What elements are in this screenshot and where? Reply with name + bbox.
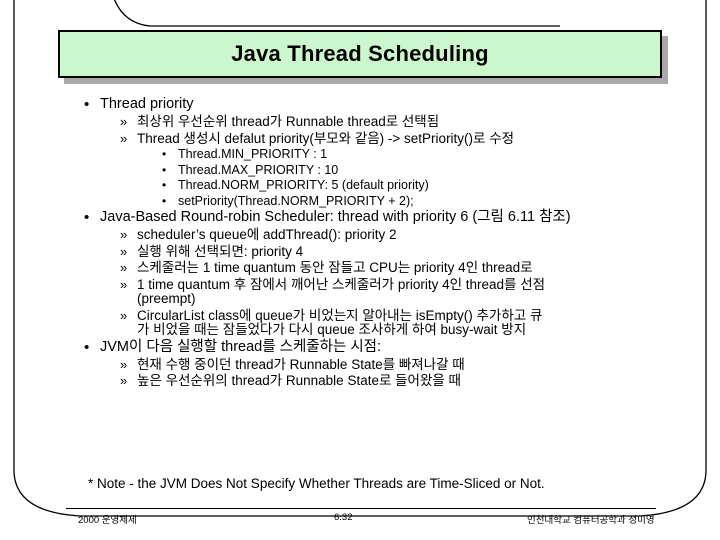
list-item: • Thread.MAX_PRIORITY : 10 (84, 162, 650, 177)
bullet-icon: • (84, 338, 90, 356)
footnote-text: * Note - the JVM Does Not Specify Whethe… (88, 476, 545, 491)
list-item: • Java-Based Round-robin Scheduler: thre… (84, 210, 650, 225)
list-item: » 스케줄러는 1 time quantum 동안 잠들고 CPU는 prior… (84, 261, 650, 275)
bullet-icon: » (120, 243, 128, 259)
list-item-continuation: 가 비었을 때는 잠들었다가 다시 queue 조사하게 하여 busy-wai… (84, 323, 650, 337)
footer-course-label: 2000 운영체제 (78, 515, 137, 526)
list-item-text: 실행 위해 선택되면: priority 4 (137, 243, 304, 259)
list-item-text: 높은 우선순위의 thread가 Runnable State로 들어왔을 때 (137, 373, 461, 388)
bullet-icon: » (120, 373, 128, 388)
list-item-text: 최상위 우선순위 thread가 Runnable thread로 선택됨 (137, 114, 440, 129)
list-item: • JVM이 다음 실행할 thread를 스케줄하는 시점: (84, 338, 650, 356)
list-item: » 최상위 우선순위 thread가 Runnable thread로 선택됨 (84, 115, 650, 129)
list-item: » 높은 우선순위의 thread가 Runnable State로 들어왔을 … (84, 374, 650, 388)
slide-canvas: Java Thread Scheduling • Thread priority… (0, 0, 720, 540)
bullet-icon: » (120, 114, 128, 129)
bullet-icon: • (84, 209, 90, 226)
list-item-text: scheduler’s queue에 addThread(): priority… (137, 227, 397, 242)
bullet-icon: » (120, 227, 128, 242)
list-item-text: Thread.MAX_PRIORITY : 10 (178, 162, 339, 177)
bullet-icon: » (120, 130, 128, 146)
list-item: » 1 time quantum 후 잠에서 깨어난 스케줄러가 priorit… (84, 276, 650, 292)
list-item-text: (preempt) (137, 291, 196, 306)
bullet-icon: • (162, 147, 167, 161)
list-item: • setPriority(Thread.NORM_PRIORITY + 2); (84, 193, 650, 208)
bullet-icon: » (120, 307, 128, 323)
bullet-icon: • (162, 178, 167, 192)
list-item: » scheduler’s queue에 addThread(): priori… (84, 228, 650, 242)
bullet-icon: • (84, 96, 90, 113)
footer-affiliation: 인천대학교 컴퓨터공학과 성미영 (527, 515, 655, 526)
list-item-text: Thread.NORM_PRIORITY: 5 (default priorit… (178, 178, 429, 192)
list-item-text: Java-Based Round-robin Scheduler: thread… (100, 209, 571, 225)
list-item-text: 가 비었을 때는 잠들었다가 다시 queue 조사하게 하여 busy-wai… (137, 322, 527, 337)
list-item: • Thread.MIN_PRIORITY : 1 (84, 148, 650, 161)
list-item-text: 현재 수행 중이던 thread가 Runnable State를 빠져나갈 때 (137, 356, 465, 372)
list-item: » 현재 수행 중이던 thread가 Runnable State를 빠져나갈… (84, 356, 650, 372)
bullet-icon: » (120, 276, 128, 292)
list-item-continuation: (preempt) (84, 292, 650, 306)
page-title: Java Thread Scheduling (231, 41, 489, 66)
list-item-text: 스케줄러는 1 time quantum 동안 잠들고 CPU는 priorit… (137, 260, 533, 275)
list-item-text: CircularList class에 queue가 비었는지 알아내는 isE… (137, 307, 543, 323)
list-item: • Thread priority (84, 97, 650, 112)
bullet-list: • Thread priority » 최상위 우선순위 thread가 Run… (84, 94, 650, 388)
footer-divider (66, 508, 656, 509)
bullet-icon: • (162, 162, 167, 177)
list-item-text: JVM이 다음 실행할 thread를 스케줄하는 시점: (100, 338, 382, 355)
list-item-text: Thread 생성시 defalut priority(부모와 같음) -> s… (137, 130, 515, 146)
list-item: » Thread 생성시 defalut priority(부모와 같음) ->… (84, 130, 650, 146)
list-item-text: Thread priority (100, 96, 194, 112)
list-item: » CircularList class에 queue가 비었는지 알아내는 i… (84, 307, 650, 323)
list-item: » 실행 위해 선택되면: priority 4 (84, 243, 650, 259)
list-item-text: Thread.MIN_PRIORITY : 1 (178, 147, 328, 161)
frame-inner-curve (113, 0, 560, 27)
list-item-text: setPriority(Thread.NORM_PRIORITY + 2); (178, 193, 414, 208)
footer-page-number: 6.32 (334, 512, 353, 523)
title-box: Java Thread Scheduling (58, 30, 662, 78)
bullet-icon: » (120, 356, 128, 372)
bullet-icon: » (120, 260, 128, 275)
list-item-text: 1 time quantum 후 잠에서 깨어난 스케줄러가 priority … (137, 276, 546, 292)
list-item: • Thread.NORM_PRIORITY: 5 (default prior… (84, 179, 650, 192)
bullet-icon: • (162, 193, 167, 208)
